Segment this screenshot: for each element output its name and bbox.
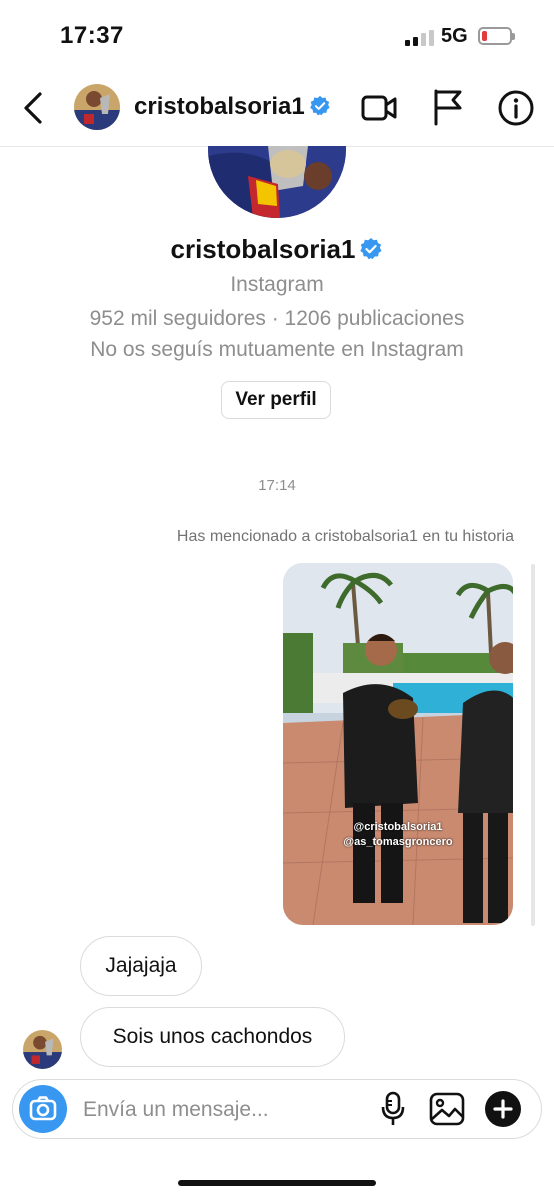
story-preview[interactable]: @cristobalsoria1 @as_tomasgroncero [283, 563, 513, 925]
network-label: 5G [441, 25, 468, 47]
scrollbar[interactable] [531, 564, 535, 926]
profile-avatar[interactable] [208, 146, 346, 218]
profile-stats: 952 mil seguidores · 1206 publicaciones [89, 307, 465, 330]
message-input[interactable] [81, 1090, 365, 1130]
camera-icon [29, 1096, 57, 1121]
profile-name: cristobalsoria1 [0, 234, 554, 265]
follow-status: No os seguís mutuamente en Instagram [90, 338, 464, 361]
info-icon[interactable] [497, 89, 535, 127]
battery-icon [478, 27, 515, 45]
sender-avatar[interactable] [23, 1030, 62, 1069]
story-tag-1: @cristobalsoria1 [353, 821, 443, 833]
plus-icon [493, 1099, 513, 1119]
header-avatar[interactable] [74, 84, 120, 130]
view-profile-button[interactable]: Ver perfil [221, 381, 331, 419]
header-username-text: cristobalsoria1 [134, 93, 305, 120]
chat-header: cristobalsoria1 [0, 70, 554, 147]
home-indicator[interactable] [178, 1180, 376, 1186]
verified-badge-icon [360, 238, 382, 260]
microphone-icon[interactable] [380, 1091, 406, 1127]
status-time: 17:37 [60, 22, 124, 49]
flag-icon[interactable] [432, 88, 464, 126]
gallery-icon[interactable] [429, 1092, 465, 1126]
message-bubble[interactable]: Sois unos cachondos [80, 1007, 345, 1067]
story-tag-2: @as_tomasgroncero [343, 836, 453, 848]
profile-name-text: cristobalsoria1 [170, 234, 356, 264]
message-timestamp: 17:14 [258, 477, 296, 494]
message-bubble[interactable]: Jajajaja [80, 936, 202, 996]
back-arrow-icon[interactable] [18, 88, 48, 128]
video-call-icon[interactable] [360, 90, 398, 126]
signal-icon [405, 30, 434, 46]
add-button[interactable] [485, 1091, 521, 1127]
message-composer [12, 1079, 542, 1139]
profile-platform: Instagram [230, 273, 324, 296]
story-image [283, 563, 513, 925]
camera-button[interactable] [19, 1085, 67, 1133]
header-username[interactable]: cristobalsoria1 [134, 93, 331, 121]
story-mention-note: Has mencionado a cristobalsoria1 en tu h… [176, 528, 514, 545]
verified-badge-icon [309, 95, 330, 116]
